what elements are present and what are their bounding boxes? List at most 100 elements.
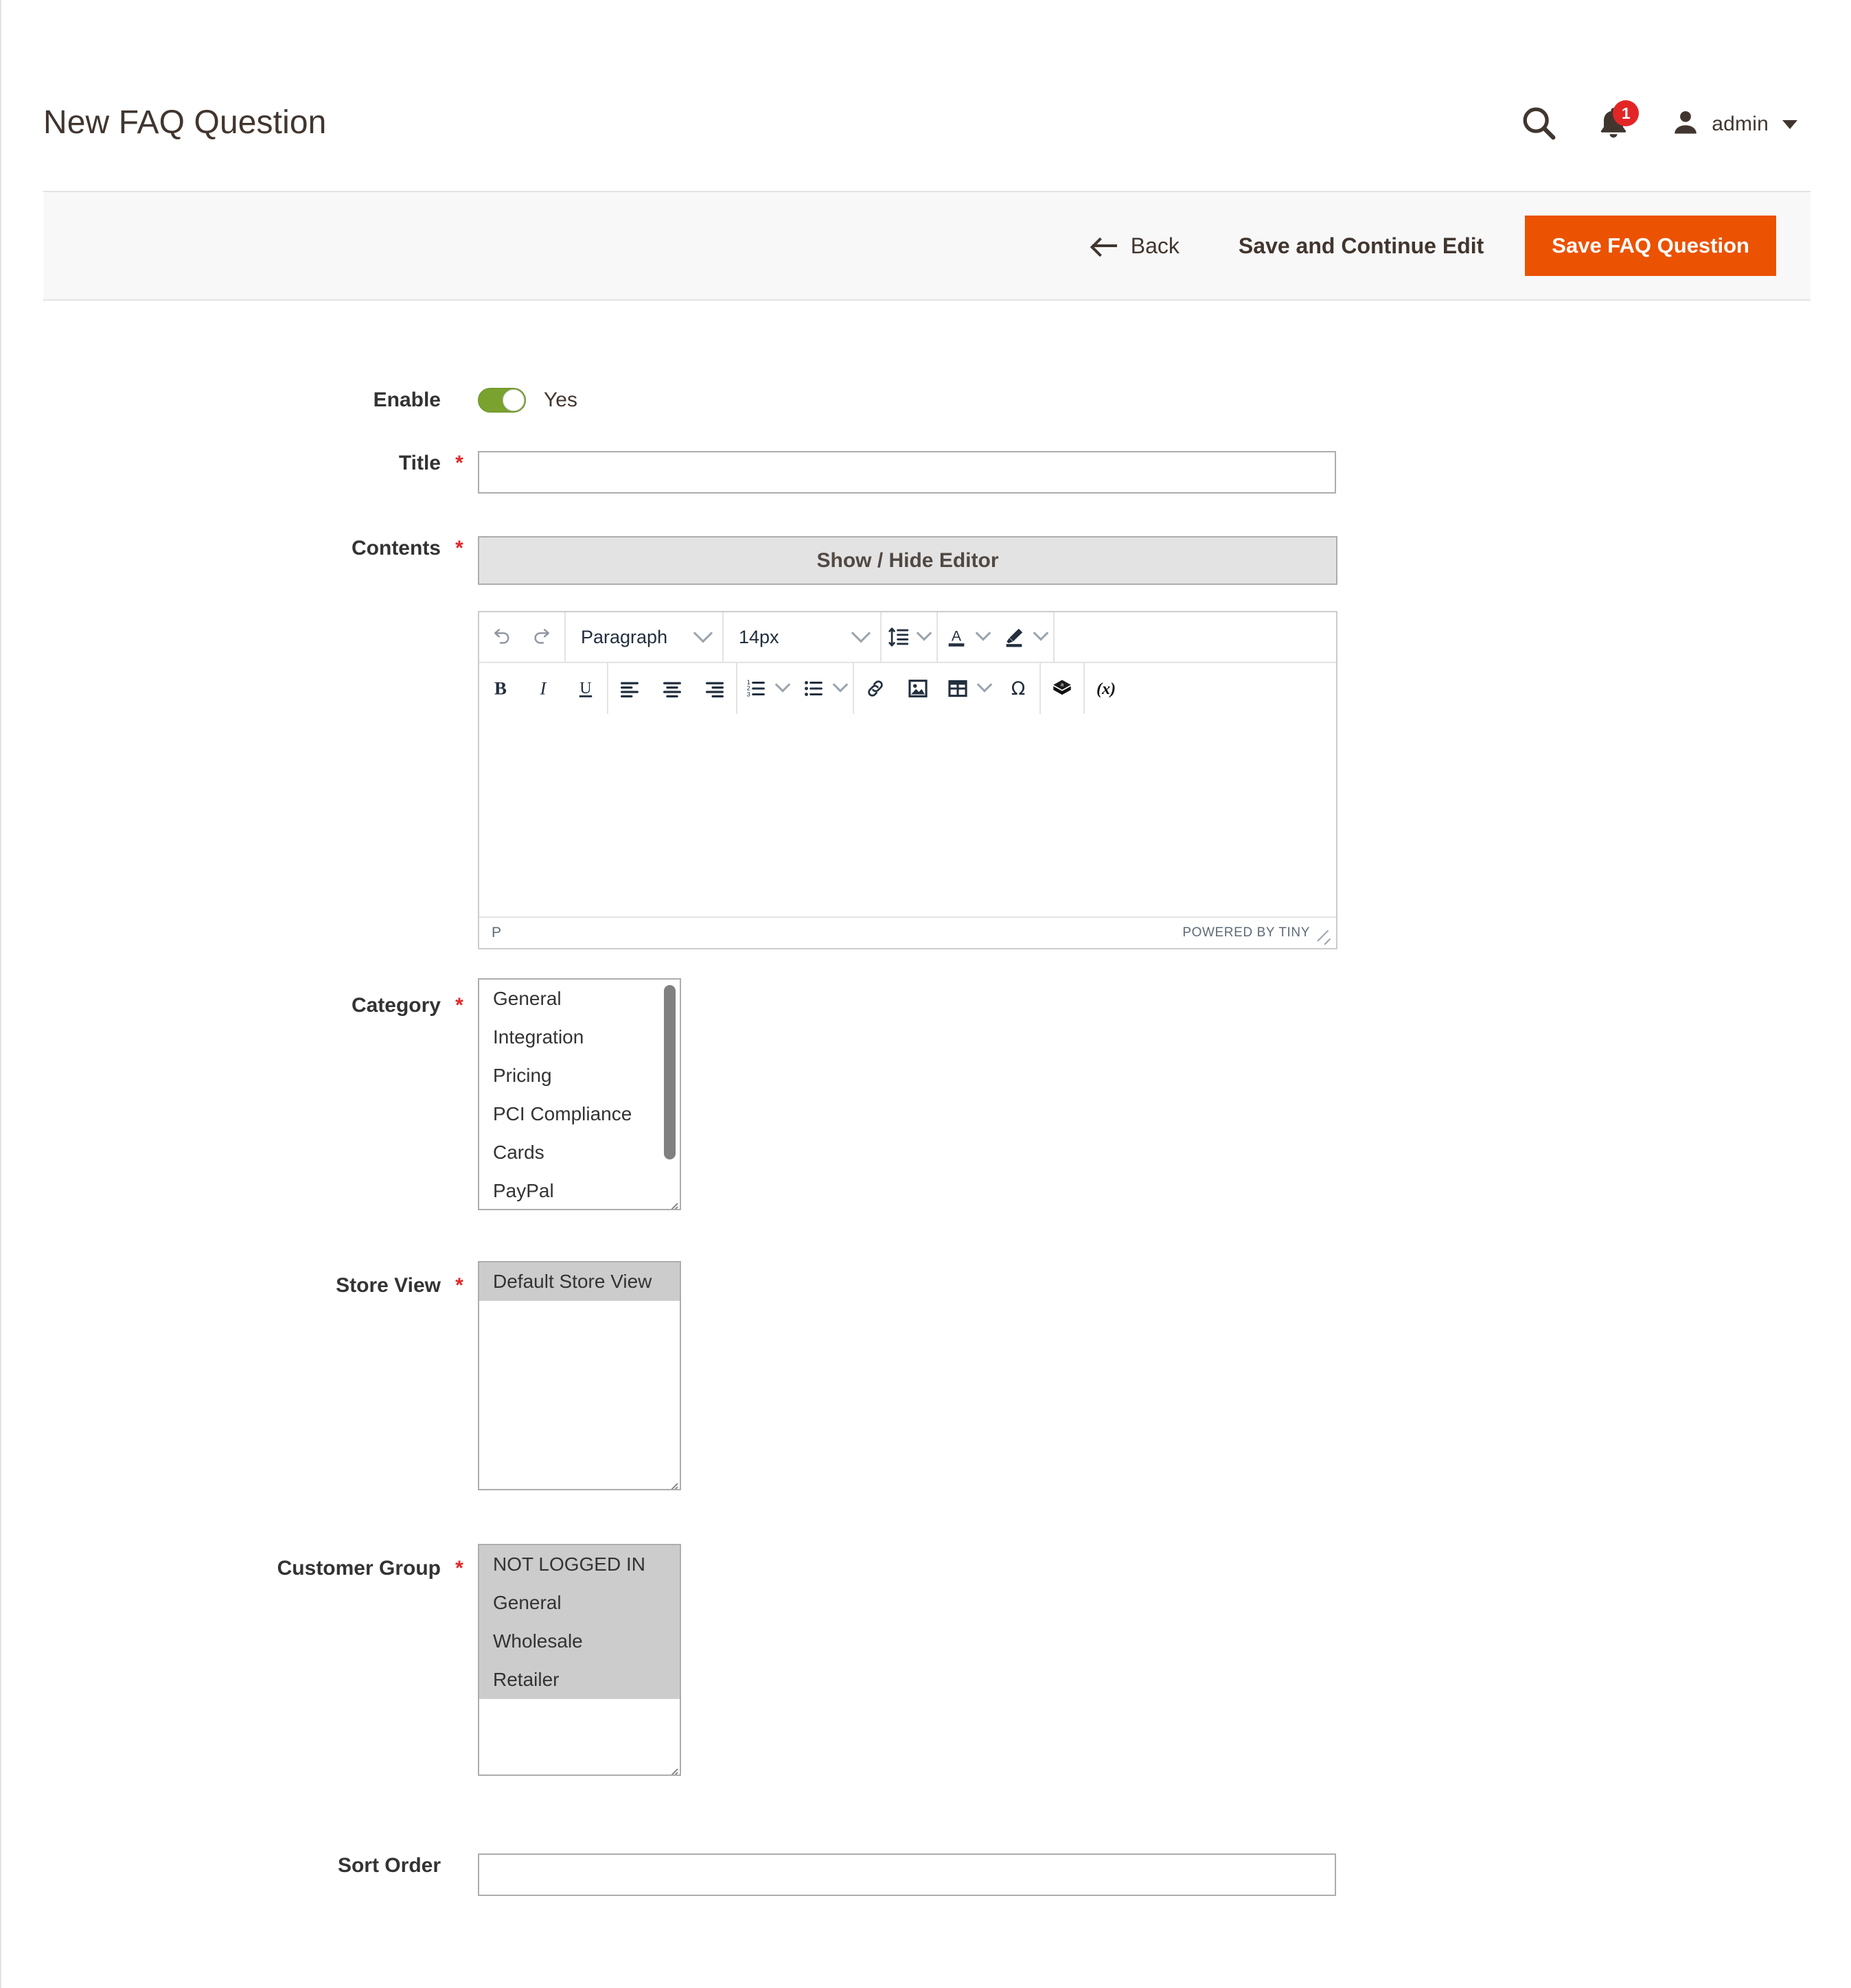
- italic-icon[interactable]: I: [522, 664, 564, 713]
- store-view-resize-handle[interactable]: [664, 1474, 678, 1488]
- chevron-down-icon[interactable]: [975, 625, 991, 641]
- store-view-multiselect[interactable]: Default Store View: [478, 1261, 681, 1490]
- show-hide-editor-button[interactable]: Show / Hide Editor: [478, 536, 1337, 585]
- block-format-select[interactable]: Paragraph: [566, 613, 722, 661]
- back-button-label: Back: [1130, 233, 1180, 258]
- image-icon[interactable]: [897, 664, 939, 713]
- font-size-select[interactable]: 14px: [724, 613, 880, 661]
- enable-label: Enable: [373, 389, 441, 411]
- enable-required-marker: *: [441, 388, 478, 413]
- customer-group-resize-handle[interactable]: [664, 1759, 678, 1773]
- redo-icon[interactable]: [522, 613, 564, 661]
- chevron-down-icon[interactable]: [916, 625, 932, 641]
- notifications-badge: 1: [1613, 100, 1640, 126]
- list-item[interactable]: Integration: [479, 1018, 680, 1056]
- page-title: New FAQ Question: [43, 104, 327, 141]
- magento-variable-icon[interactable]: (x): [1085, 664, 1127, 713]
- text-color-icon[interactable]: A: [938, 613, 975, 661]
- toolbar-group-alignment: [608, 663, 737, 714]
- chevron-down-icon[interactable]: [832, 677, 849, 693]
- sort-order-input[interactable]: [478, 1853, 1336, 1896]
- background-color-icon[interactable]: [996, 613, 1033, 661]
- align-center-icon[interactable]: [651, 664, 693, 713]
- user-icon: [1670, 107, 1701, 142]
- chevron-down-icon[interactable]: [976, 677, 993, 693]
- list-item[interactable]: General: [479, 1584, 680, 1622]
- category-scrollbar[interactable]: [664, 985, 676, 1159]
- save-and-continue-button[interactable]: Save and Continue Edit: [1239, 233, 1484, 259]
- search-button[interactable]: [1518, 103, 1561, 146]
- editor-content-area[interactable]: [479, 714, 1336, 916]
- align-left-icon[interactable]: [608, 664, 651, 713]
- category-multiselect[interactable]: General Integration Pricing PCI Complian…: [478, 978, 681, 1210]
- svg-text:A: A: [952, 628, 962, 645]
- bullet-list-icon[interactable]: [795, 664, 832, 713]
- block-format-value: Paragraph: [581, 626, 668, 647]
- field-row-sort-order: Sort Order *: [1, 1853, 1336, 1896]
- field-row-contents: Contents * Show / Hide Editor Paragraph …: [1, 536, 1337, 949]
- customer-group-required-marker: *: [455, 1557, 463, 1580]
- search-icon: [1519, 104, 1559, 146]
- toolbar-group-magento-variable: (x): [1085, 663, 1336, 714]
- header-tools: 1 admin: [1518, 100, 1797, 146]
- toolbar-group-spacer-1: [1055, 612, 1336, 662]
- notifications-button[interactable]: 1: [1591, 100, 1640, 146]
- toolbar-group-colors: A: [938, 612, 1055, 662]
- line-height-icon[interactable]: [882, 613, 916, 661]
- list-item[interactable]: PCI Compliance: [479, 1095, 680, 1133]
- numbered-list-icon[interactable]: 1 2 3: [737, 664, 774, 713]
- toolbar-group-font-size: 14px: [724, 612, 882, 662]
- editor-toolbar-row-2: B I U 1 2 3 Ω a (x): [479, 663, 1336, 714]
- contents-required-marker: *: [455, 537, 463, 559]
- list-item[interactable]: PayPal: [479, 1172, 680, 1209]
- category-resize-handle[interactable]: [664, 1194, 678, 1207]
- save-faq-question-button[interactable]: Save FAQ Question: [1525, 216, 1776, 276]
- enable-toggle[interactable]: [478, 388, 526, 413]
- store-view-label: Store View: [336, 1274, 441, 1297]
- arrow-left-icon: [1092, 235, 1117, 256]
- sort-order-label: Sort Order: [337, 1854, 441, 1877]
- svg-text:3: 3: [747, 691, 750, 697]
- title-input[interactable]: [478, 451, 1336, 494]
- toggle-knob: [503, 389, 525, 411]
- list-item[interactable]: General: [479, 980, 680, 1018]
- bold-icon[interactable]: B: [479, 664, 522, 713]
- editor-element-path: P: [492, 925, 502, 940]
- enable-value: Yes: [544, 389, 577, 411]
- magento-widget-icon[interactable]: a: [1041, 664, 1083, 713]
- toolbar-group-insert: Ω: [854, 663, 1041, 714]
- editor-branding: POWERED BY TINY: [1182, 925, 1310, 940]
- undo-icon[interactable]: [479, 613, 522, 661]
- table-icon[interactable]: [939, 664, 976, 713]
- back-button[interactable]: Back: [1092, 233, 1180, 259]
- sort-order-required-marker: *: [441, 1853, 478, 1878]
- toolbar-group-magento-widget: a: [1041, 663, 1085, 714]
- toolbar-group-lists: 1 2 3: [737, 663, 854, 714]
- field-row-enable: Enable * Yes: [1, 388, 577, 413]
- toolbar-group-block-format: Paragraph: [566, 612, 724, 662]
- list-item[interactable]: Retailer: [479, 1661, 680, 1699]
- field-row-store-view: Store View * Default Store View: [1, 1261, 681, 1490]
- list-item[interactable]: Cards: [479, 1133, 680, 1172]
- align-right-icon[interactable]: [693, 664, 736, 713]
- list-item[interactable]: Default Store View: [479, 1262, 680, 1301]
- chevron-down-icon[interactable]: [1033, 625, 1049, 641]
- font-size-value: 14px: [739, 626, 779, 647]
- chevron-down-icon[interactable]: [774, 677, 791, 693]
- list-item[interactable]: NOT LOGGED IN: [479, 1545, 680, 1584]
- svg-text:Ω: Ω: [1011, 678, 1026, 700]
- store-view-required-marker: *: [455, 1274, 463, 1297]
- chevron-down-icon: [851, 623, 871, 643]
- editor-resize-handle[interactable]: [1318, 930, 1333, 945]
- underline-icon[interactable]: U: [564, 664, 607, 713]
- wysiwyg-editor: Paragraph 14px A B I U 1 2 3 Ω a (x) P P…: [478, 611, 1337, 949]
- toolbar-group-history: [479, 612, 566, 662]
- page-header: New FAQ Question 1 admin: [1, 0, 1851, 187]
- admin-menu[interactable]: admin: [1670, 107, 1797, 142]
- special-character-icon[interactable]: Ω: [997, 664, 1039, 713]
- list-item[interactable]: Pricing: [479, 1056, 680, 1095]
- toolbar-group-text-style: B I U: [479, 663, 608, 714]
- link-icon[interactable]: [854, 664, 897, 713]
- customer-group-multiselect[interactable]: NOT LOGGED IN General Wholesale Retailer: [478, 1544, 681, 1776]
- list-item[interactable]: Wholesale: [479, 1622, 680, 1661]
